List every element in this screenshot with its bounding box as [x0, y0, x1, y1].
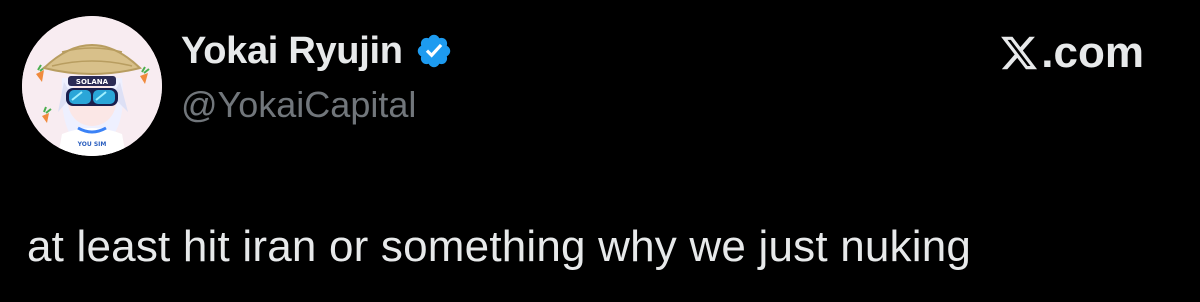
display-name[interactable]: Yokai Ryujin — [181, 30, 403, 73]
avatar-illustration: SOLANA YOU SIM — [22, 16, 162, 156]
x-logo-icon — [1001, 36, 1038, 70]
tweet-card: SOLANA YOU SIM Yokai Ryujin @YokaiCapita… — [0, 0, 1200, 302]
avatar-shirt-text: YOU SIM — [77, 141, 107, 148]
brand-watermark: .com — [999, 28, 1144, 78]
avatar-hat-text: SOLANA — [76, 78, 109, 86]
post-text: at least hit iran or something why we ju… — [27, 222, 972, 271]
verified-badge-icon — [417, 34, 450, 68]
brand-label: .com — [1041, 28, 1144, 77]
user-handle[interactable]: @YokaiCapital — [181, 84, 416, 126]
author-name-row: Yokai Ryujin — [181, 28, 453, 74]
avatar[interactable]: SOLANA YOU SIM — [22, 16, 162, 156]
